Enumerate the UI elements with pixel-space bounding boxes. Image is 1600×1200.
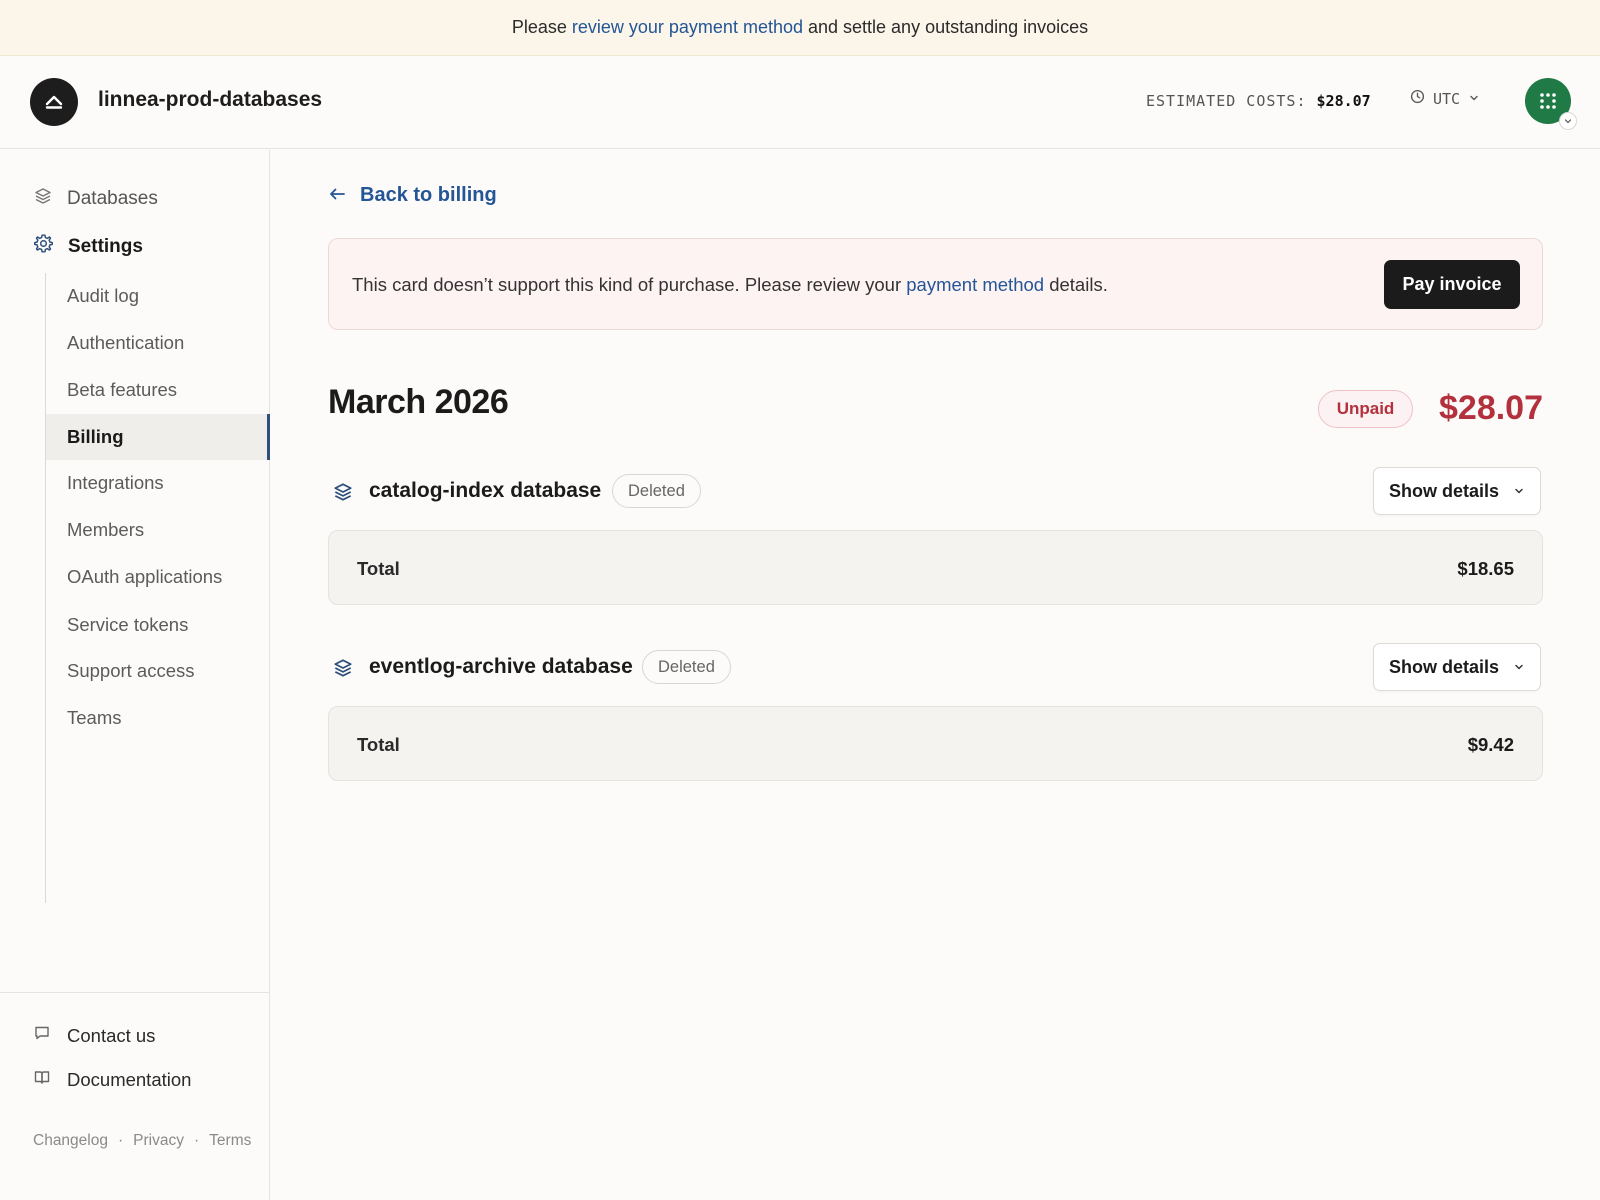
sidebar-item-integrations[interactable]: Integrations [46, 460, 270, 506]
show-details-label: Show details [1388, 656, 1500, 677]
app-header: linnea-prod-databases ESTIMATED COSTS: $… [0, 56, 1600, 149]
documentation-link[interactable]: Documentation [33, 1068, 191, 1091]
layers-icon [33, 186, 53, 212]
timezone-label: UTC [1433, 89, 1461, 108]
gear-icon [33, 233, 54, 260]
database-row: catalog-index database Deleted Show deta… [328, 467, 1543, 517]
clock-icon [1410, 89, 1425, 108]
sidebar-item-authentication[interactable]: Authentication [46, 320, 270, 366]
total-label: Total [357, 734, 400, 755]
payment-banner: Please review your payment method and se… [0, 0, 1600, 56]
contact-us-label: Contact us [67, 1024, 156, 1046]
review-payment-link[interactable]: review your payment method [572, 17, 803, 38]
total-label: Total [357, 558, 400, 579]
back-to-billing-label: Back to billing [360, 184, 497, 206]
sidebar-item-teams[interactable]: Teams [46, 695, 270, 741]
settings-subnav: Audit log Authentication Beta features B… [45, 273, 270, 903]
legal-separator: · [117, 1132, 124, 1149]
deleted-badge: Deleted [612, 474, 701, 508]
show-details-label: Show details [1388, 480, 1500, 501]
estimated-costs-value: $28.07 [1316, 92, 1371, 110]
sidebar-item-oauth-applications[interactable]: OAuth applications [46, 554, 270, 600]
logo-icon[interactable] [30, 78, 78, 126]
changelog-link[interactable]: Changelog [33, 1132, 108, 1150]
pay-invoice-button[interactable]: Pay invoice [1384, 260, 1520, 309]
avatar-chevron-icon [1559, 112, 1577, 130]
layers-icon [332, 481, 354, 508]
layers-icon [332, 657, 354, 684]
database-total: Total $9.42 [328, 706, 1543, 781]
sidebar-item-audit-log[interactable]: Audit log [46, 273, 270, 319]
sidebar-item-service-tokens[interactable]: Service tokens [46, 602, 270, 648]
alert-suffix: details. [1049, 274, 1108, 295]
terms-link[interactable]: Terms [209, 1132, 251, 1150]
timezone-selector[interactable]: UTC [1410, 89, 1480, 108]
banner-suffix: and settle any outstanding invoices [807, 17, 1089, 37]
sidebar-item-support-access[interactable]: Support access [46, 648, 270, 694]
estimated-costs-label: ESTIMATED COSTS: [1146, 92, 1307, 110]
total-value: $18.65 [1457, 558, 1514, 579]
back-to-billing-link[interactable]: Back to billing [328, 184, 497, 207]
sidebar-divider [0, 992, 269, 993]
chevron-down-icon [1513, 657, 1525, 678]
estimated-costs: ESTIMATED COSTS: $28.07 [1146, 92, 1371, 110]
legal-separator: · [193, 1132, 200, 1149]
sidebar-label-settings: Settings [68, 235, 143, 257]
alert-prefix: This card doesn’t support this kind of p… [352, 274, 902, 295]
payment-alert: This card doesn’t support this kind of p… [328, 238, 1543, 330]
show-details-button[interactable]: Show details [1373, 643, 1541, 691]
database-name: catalog-index database [369, 479, 602, 502]
alert-message: This card doesn’t support this kind of p… [352, 274, 1108, 296]
invoice-month: March 2026 [328, 383, 509, 421]
sidebar: Databases Settings Audit log Authenticat… [0, 150, 270, 1200]
total-value: $9.42 [1467, 734, 1514, 755]
privacy-link[interactable]: Privacy [133, 1132, 184, 1150]
invoice-total: $28.07 [1439, 389, 1543, 427]
contact-us-link[interactable]: Contact us [33, 1024, 155, 1047]
deleted-badge: Deleted [642, 650, 731, 684]
sidebar-item-databases[interactable]: Databases [33, 186, 158, 212]
database-name: eventlog-archive database [369, 655, 633, 678]
database-row: eventlog-archive database Deleted Show d… [328, 643, 1543, 693]
documentation-label: Documentation [67, 1068, 192, 1090]
sidebar-item-settings[interactable]: Settings [33, 233, 143, 260]
chat-icon [33, 1024, 51, 1047]
payment-method-link[interactable]: payment method [906, 274, 1044, 295]
book-icon [33, 1068, 51, 1091]
status-badge: Unpaid [1318, 390, 1413, 428]
chevron-down-icon [1513, 481, 1525, 502]
sidebar-item-billing[interactable]: Billing [46, 414, 270, 460]
sidebar-item-beta-features[interactable]: Beta features [46, 367, 270, 413]
show-details-button[interactable]: Show details [1373, 467, 1541, 515]
legal-links: Changelog · Privacy · Terms [33, 1132, 251, 1150]
banner-prefix: Please [511, 17, 567, 37]
database-total: Total $18.65 [328, 530, 1543, 605]
chevron-down-icon [1468, 90, 1480, 108]
sidebar-label-databases: Databases [67, 188, 158, 209]
sidebar-item-members[interactable]: Members [46, 507, 270, 553]
org-name[interactable]: linnea-prod-databases [98, 88, 322, 112]
arrow-left-icon [328, 184, 346, 207]
user-avatar[interactable] [1525, 78, 1577, 130]
